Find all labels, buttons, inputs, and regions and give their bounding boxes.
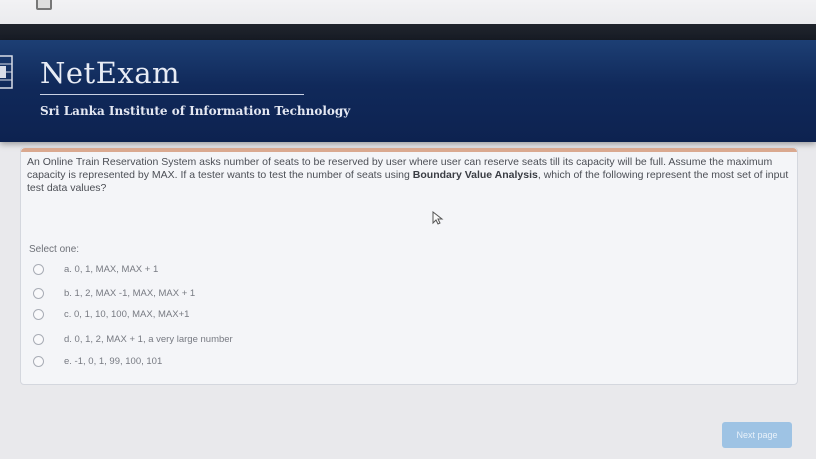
option-a[interactable]: a. 0, 1, MAX, MAX + 1 xyxy=(33,262,433,276)
option-c-radio[interactable] xyxy=(33,308,44,320)
next-page-button[interactable]: Next page xyxy=(722,422,792,448)
option-e-label: e. -1, 0, 1, 99, 100, 101 xyxy=(64,355,163,367)
question-text: An Online Train Reservation System asks … xyxy=(27,156,797,195)
select-one-label: Select one: xyxy=(29,244,80,255)
option-a-radio[interactable] xyxy=(33,263,44,275)
option-e-radio[interactable] xyxy=(33,355,44,367)
option-d[interactable]: d. 0, 1, 2, MAX + 1, a very large number xyxy=(33,332,433,346)
question-text-bold: Boundary Value Analysis xyxy=(412,169,538,181)
site-subtitle: Sri Lanka Institute of Information Techn… xyxy=(40,104,351,118)
option-d-radio[interactable] xyxy=(33,333,44,345)
option-b-label: b. 1, 2, MAX -1, MAX, MAX + 1 xyxy=(64,287,196,299)
option-c-label: c. 0, 1, 10, 100, MAX, MAX+1 xyxy=(64,308,190,320)
option-e[interactable]: e. -1, 0, 1, 99, 100, 101 xyxy=(33,354,433,368)
tab-icon[interactable] xyxy=(36,0,52,10)
site-header: NetExam Sri Lanka Institute of Informati… xyxy=(0,40,816,142)
sliit-logo-icon xyxy=(0,55,13,89)
option-c[interactable]: c. 0, 1, 10, 100, MAX, MAX+1 xyxy=(33,307,433,321)
option-a-label: a. 0, 1, MAX, MAX + 1 xyxy=(64,263,159,275)
card-accent-strip xyxy=(21,148,797,152)
option-b-radio[interactable] xyxy=(33,287,44,299)
mouse-cursor-icon xyxy=(432,211,444,225)
question-card: An Online Train Reservation System asks … xyxy=(20,147,798,385)
site-title: NetExam xyxy=(40,56,181,90)
option-b[interactable]: b. 1, 2, MAX -1, MAX, MAX + 1 xyxy=(33,286,433,300)
option-d-label: d. 0, 1, 2, MAX + 1, a very large number xyxy=(64,333,233,345)
title-divider xyxy=(40,94,304,95)
